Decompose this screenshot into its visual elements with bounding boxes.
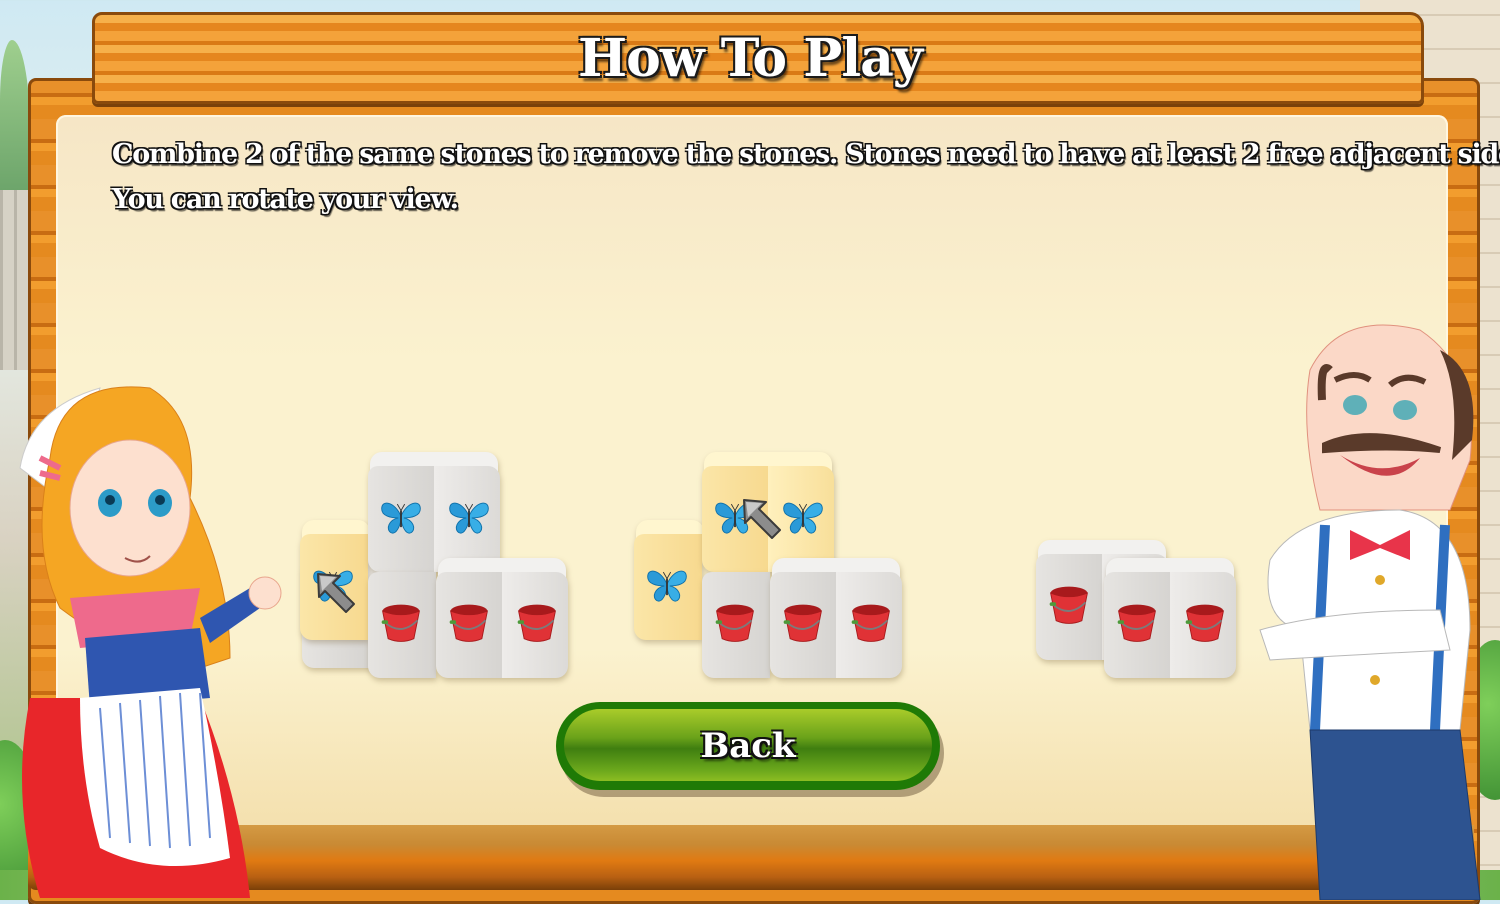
bucket-icon: [710, 598, 760, 648]
stone-cube-selected[interactable]: [702, 452, 834, 574]
back-button-label: Back: [700, 726, 796, 766]
back-button[interactable]: Back: [556, 702, 940, 790]
bucket-icon: [1112, 598, 1162, 648]
butterfly-icon: [642, 560, 692, 610]
stone-cube[interactable]: [368, 452, 500, 574]
bucket-icon: [376, 598, 426, 648]
butterfly-icon: [376, 492, 426, 542]
stone-cube[interactable]: [436, 558, 568, 680]
girl-character: [19, 386, 282, 898]
page-title: How To Play: [578, 28, 923, 89]
bucket-icon: [778, 598, 828, 648]
stone-cube-selected[interactable]: [300, 520, 370, 642]
bucket-icon: [1044, 580, 1094, 630]
cursor-arrow-icon: [310, 566, 362, 618]
stone-cube[interactable]: [770, 558, 902, 680]
stone-cube[interactable]: [1104, 558, 1236, 680]
instructions-line-2: You can rotate your view.: [112, 184, 459, 215]
stone-cube[interactable]: [702, 558, 772, 680]
instructions-line-1: Combine 2 of the same stones to remove t…: [112, 139, 1500, 170]
cursor-arrow-icon: [736, 492, 788, 544]
man-character: [1259, 324, 1481, 900]
bucket-icon: [444, 598, 494, 648]
stone-cube-selected[interactable]: [634, 520, 704, 642]
bucket-icon: [1180, 598, 1230, 648]
instructions-text: Combine 2 of the same stones to remove t…: [112, 132, 1500, 222]
bucket-icon: [846, 598, 896, 648]
bucket-icon: [512, 598, 562, 648]
stone-cube[interactable]: [368, 558, 438, 680]
butterfly-icon: [444, 492, 494, 542]
